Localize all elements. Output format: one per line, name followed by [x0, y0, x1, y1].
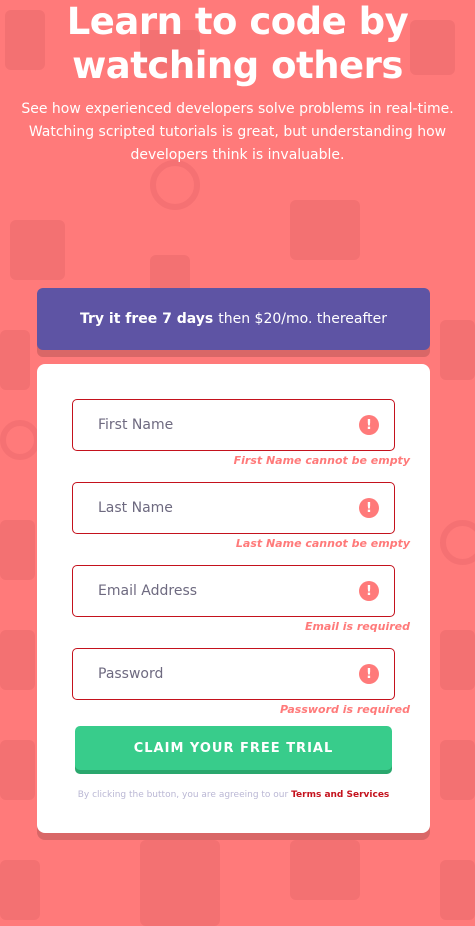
title-line-1: Learn to code by — [66, 0, 409, 43]
promo-banner: Try it free 7 days then $20/mo. thereaft… — [37, 288, 430, 350]
last-name-field[interactable]: Last Name ! — [72, 482, 395, 534]
title-line-2: watching others — [72, 44, 403, 87]
terms-prefix: By clicking the button, you are agreeing… — [77, 790, 289, 800]
first-name-field[interactable]: First Name ! — [72, 399, 395, 451]
password-field[interactable]: Password ! — [72, 648, 395, 700]
password-placeholder: Password — [98, 666, 164, 682]
password-error: Password is required — [280, 703, 410, 716]
promo-rest-text: then $20/mo. thereafter — [218, 311, 388, 327]
terms-link[interactable]: Terms and Services — [291, 790, 389, 800]
error-icon: ! — [359, 664, 379, 684]
email-error: Email is required — [304, 620, 410, 633]
terms-notice: By clicking the button, you are agreeing… — [37, 790, 430, 800]
last-name-error: Last Name cannot be empty — [235, 537, 410, 550]
error-icon: ! — [359, 415, 379, 435]
promo-bold-text: Try it free 7 days — [79, 311, 214, 327]
first-name-placeholder: First Name — [98, 417, 174, 433]
email-field[interactable]: Email Address ! — [72, 565, 395, 617]
signup-form: First Name ! First Name cannot be empty … — [37, 364, 430, 833]
last-name-placeholder: Last Name — [98, 500, 173, 516]
error-icon: ! — [359, 498, 379, 518]
hero-subtitle: See how experienced developers solve pro… — [21, 101, 454, 163]
first-name-error: First Name cannot be empty — [233, 454, 410, 467]
claim-trial-button[interactable]: CLAIM YOUR FREE TRIAL — [75, 726, 392, 770]
email-placeholder: Email Address — [98, 583, 198, 599]
error-icon: ! — [359, 581, 379, 601]
page-title: Learn to code by watching others — [0, 0, 475, 88]
